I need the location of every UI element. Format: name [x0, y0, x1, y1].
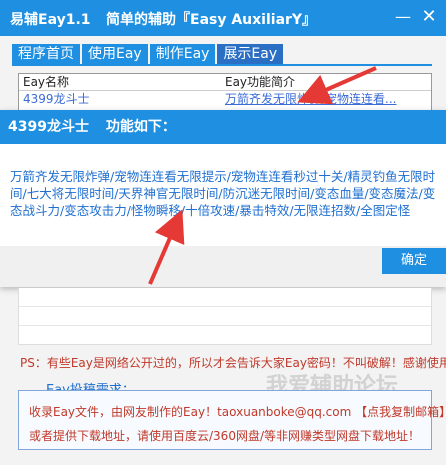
dialog-title-name: 4399龙斗士 [8, 119, 89, 135]
title-bar[interactable]: 易辅Eay1.1 简单的辅助『Easy AuxiliarY』 — ✕ [0, 0, 446, 36]
list-header: Eay名称 Eay功能简介 [19, 74, 431, 91]
column-header-name: Eay名称 [23, 75, 70, 89]
app-subtitle: 简单的辅助『Easy AuxiliarY』 [106, 12, 317, 28]
list-item[interactable]: 4399龙斗士 万箭齐发无限炸弹/宠物连连看... [19, 91, 431, 107]
close-button[interactable]: ✕ [416, 6, 442, 28]
divider [19, 325, 431, 326]
contribution-box: 收录Eay文件，由网友制作的Eay！taoxuanboke@qq.com 【点我… [18, 390, 446, 450]
tab-bar: 程序首页 使用Eay 制作Eay 展示Eay [12, 44, 285, 64]
tab-make[interactable]: 制作Eay [149, 44, 216, 64]
minimize-button[interactable]: — [390, 6, 416, 28]
tab-use[interactable]: 使用Eay [82, 44, 148, 64]
copy-email-link[interactable]: 收录Eay文件，由网友制作的Eay！taoxuanboke@qq.com 【点我… [29, 403, 446, 420]
list-item-name: 4399龙斗士 [23, 92, 90, 106]
tab-showcase[interactable]: 展示Eay [217, 44, 284, 64]
divider [19, 306, 431, 307]
eay-list: Eay名称 Eay功能简介 4399龙斗士 万箭齐发无限炸弹/宠物连连看... [18, 73, 432, 111]
main-window: 易辅Eay1.1 简单的辅助『Easy AuxiliarY』 — ✕ 程序首页 … [0, 0, 446, 465]
list-item-desc: 万箭齐发无限炸弹/宠物连连看... [225, 92, 397, 106]
list-continuation [18, 288, 432, 345]
column-header-desc: Eay功能简介 [225, 75, 296, 89]
dialog-title: 4399龙斗士 功能如下： [0, 110, 446, 144]
tab-underline [12, 64, 432, 66]
dialog-footer: 确定 [0, 246, 446, 287]
ok-button[interactable]: 确定 [382, 248, 446, 274]
dialog-body: 万箭齐发无限炸弹/宠物连连看无限提示/宠物连连看秒过十关/精灵钓鱼无限时间/七大… [10, 169, 436, 218]
info-dialog: 4399龙斗士 功能如下： 万箭齐发无限炸弹/宠物连连看无限提示/宠物连连看秒过… [0, 110, 446, 287]
tab-home[interactable]: 程序首页 [12, 44, 80, 64]
download-request-text: 或者提供下载地址，请使用百度云/360网盘/等非网赚类型网盘下载地址！ [29, 429, 420, 443]
dialog-title-suffix: 功能如下： [105, 119, 176, 135]
app-title: 易辅Eay1.1 [10, 12, 91, 28]
